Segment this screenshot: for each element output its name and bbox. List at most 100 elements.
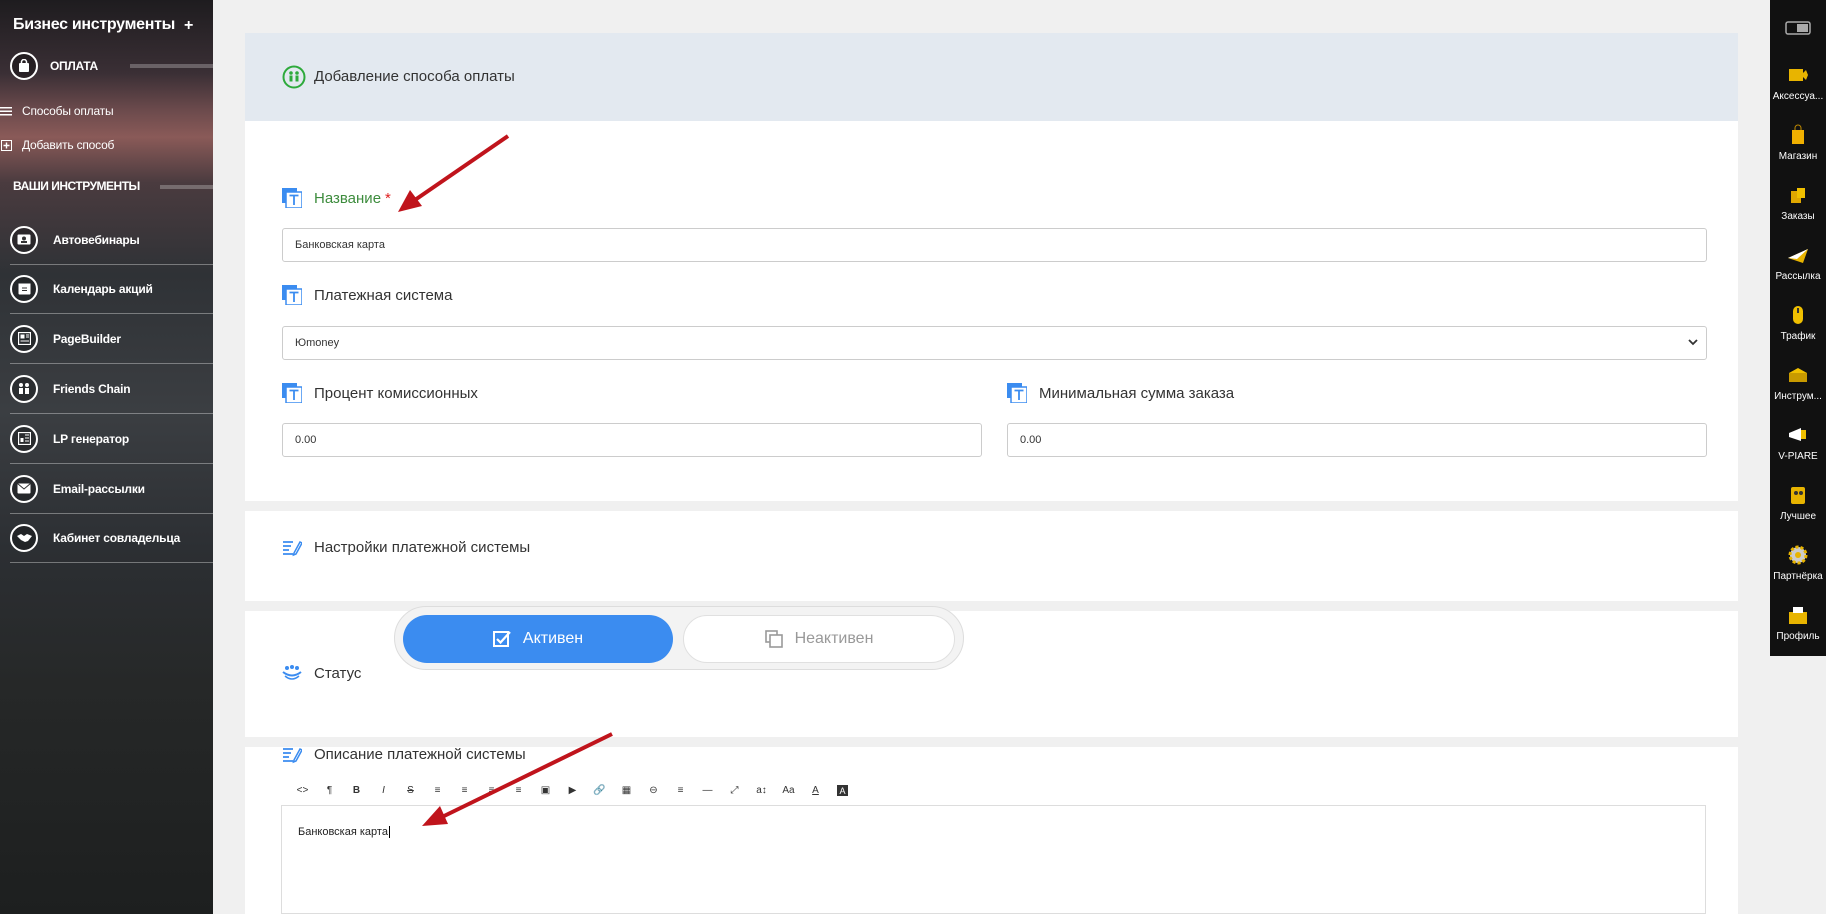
text-field-icon [282,188,302,208]
orders-icon [1791,188,1805,203]
sidebar-item-add-method[interactable]: Добавить способ [0,138,114,152]
profile-icon [1789,607,1807,624]
email-icon [10,474,38,503]
divider [130,64,213,68]
name-input[interactable]: Банковская карта [282,228,1707,262]
settings-label[interactable]: Настройки платежной системы [282,537,530,557]
fullscreen-button[interactable]: ⤢ [721,780,748,802]
rightbar-item-tools[interactable]: Инструм... [1770,358,1826,418]
commission-label: Процент комиссионных [282,383,478,403]
status-toggle: Активен Неактивен [394,606,964,670]
link-button[interactable]: ⊖ [640,780,667,802]
sidebar-section-payment[interactable]: ОПЛАТА [10,52,98,80]
sidebar-item-payment-methods[interactable]: Способы оплаты [0,104,114,118]
sidebar-item-label: Календарь акций [53,281,153,296]
horizontal-rule-button[interactable]: — [694,780,721,802]
status-label: Статус [282,663,361,683]
divider [160,185,213,189]
rightbar-item-orders[interactable]: Заказы [1770,178,1826,238]
align-button[interactable]: ≡ [667,780,694,802]
sidebar-item-coowner-cabinet[interactable]: Кабинет совладельца [10,513,213,563]
code-view-button[interactable]: <> [289,780,316,802]
annotation-arrow-icon [398,134,510,212]
sidebar-item-friends-chain[interactable]: Friends Chain [10,364,213,414]
form-title: Добавление способа оплаты [314,68,515,85]
rightbar-item-partner[interactable]: Партнёрка [1770,538,1826,598]
rightbar-item-accessories[interactable]: Аксессуа... [1770,58,1826,118]
settings-panel: Настройки платежной системы [245,511,1738,601]
right-toolbar: Аксессуа... Магазин Заказы Рассылка Траф… [1770,0,1826,656]
status-inactive-button[interactable]: Неактивен [683,615,955,663]
sidebar-item-lp-generator[interactable]: LP генератор [10,414,213,464]
people-hands-icon [282,665,302,680]
best-icon [1791,487,1805,504]
font-color-button[interactable]: A [802,780,829,802]
sidebar-sub-label: Способы оплаты [22,104,114,118]
rightbar-item-mailing[interactable]: Рассылка [1770,238,1826,298]
name-label: Название * [282,188,391,208]
italic-button[interactable]: I [370,780,397,802]
handshake-icon [10,523,38,552]
rightbar-item-best[interactable]: Лучшее [1770,478,1826,538]
min-sum-label: Минимальная сумма заказа [1007,383,1234,403]
checkbox-checked-icon [492,631,511,647]
sidebar: Бизнес инструменты + ОПЛАТА Способы опла… [0,0,213,914]
shop-icon [1792,124,1804,144]
sidebar-item-autowebinars[interactable]: Автовебинары [10,215,213,265]
form-header: Добавление способа оплаты [245,33,1738,121]
toggle-switch-icon[interactable] [1770,0,1826,56]
copy-icon [764,630,783,648]
traffic-icon [1793,306,1803,324]
text-field-icon [282,285,302,305]
sidebar-item-calendar[interactable]: Календарь акций [10,264,213,314]
megaphone-icon [1789,428,1806,441]
toolbox-icon [1789,368,1807,382]
lp-icon [10,424,38,453]
edit-icon [283,748,302,764]
sidebar-item-email[interactable]: Email-рассылки [10,464,213,514]
plus-square-icon [0,139,12,151]
sidebar-item-label: PageBuilder [53,331,121,346]
commission-input[interactable]: 0.00 [282,423,982,457]
sidebar-sub-label: Добавить способ [22,138,115,152]
sidebar-item-label: Автовебинары [53,232,140,247]
accessories-icon [1789,69,1808,81]
background-color-button[interactable]: A [837,785,848,796]
shopping-bag-icon [10,52,38,80]
sidebar-item-label: Friends Chain [53,381,131,396]
calendar-icon [10,274,38,303]
bold-button[interactable]: B [343,780,370,802]
sidebar-tools-heading: ВАШИ ИНСТРУМЕНТЫ [13,179,140,193]
status-active-button[interactable]: Активен [403,615,673,663]
webinar-icon [10,225,38,254]
rightbar-item-vpiare[interactable]: V-PIARE [1770,418,1826,478]
min-sum-input[interactable]: 0.00 [1007,423,1707,457]
text-cursor [388,826,390,838]
line-height-button[interactable]: a↕ [748,780,775,802]
sidebar-item-pagebuilder[interactable]: PageBuilder [10,314,213,364]
edit-icon [283,541,302,557]
chevron-down-icon [1688,339,1698,346]
annotation-arrow-icon [422,732,613,826]
sidebar-item-label: Кабинет совладельца [53,530,181,545]
rightbar-item-profile[interactable]: Профиль [1770,598,1826,658]
rightbar-item-shop[interactable]: Магазин [1770,118,1826,178]
payment-system-label: Платежная система [282,285,452,305]
sidebar-item-label: Email-рассылки [53,481,145,496]
text-field-icon [1007,383,1027,403]
people-circle-icon [282,65,306,89]
paragraph-button[interactable]: ¶ [316,780,343,802]
font-size-button[interactable]: Aa [775,780,802,802]
sidebar-item-label: LP генератор [53,431,130,446]
list-icon [0,106,12,116]
rightbar-item-traffic[interactable]: Трафик [1770,298,1826,358]
friends-icon [10,374,38,403]
text-field-icon [282,383,302,403]
sidebar-add-button[interactable]: + [184,17,193,35]
mailing-icon [1788,249,1808,263]
payment-system-select[interactable]: Юmoney [282,326,1707,360]
gear-icon [1788,545,1808,565]
sidebar-title: Бизнес инструменты [13,16,175,33]
sidebar-section-label: ОПЛАТА [50,59,98,73]
pagebuilder-icon [10,324,38,353]
